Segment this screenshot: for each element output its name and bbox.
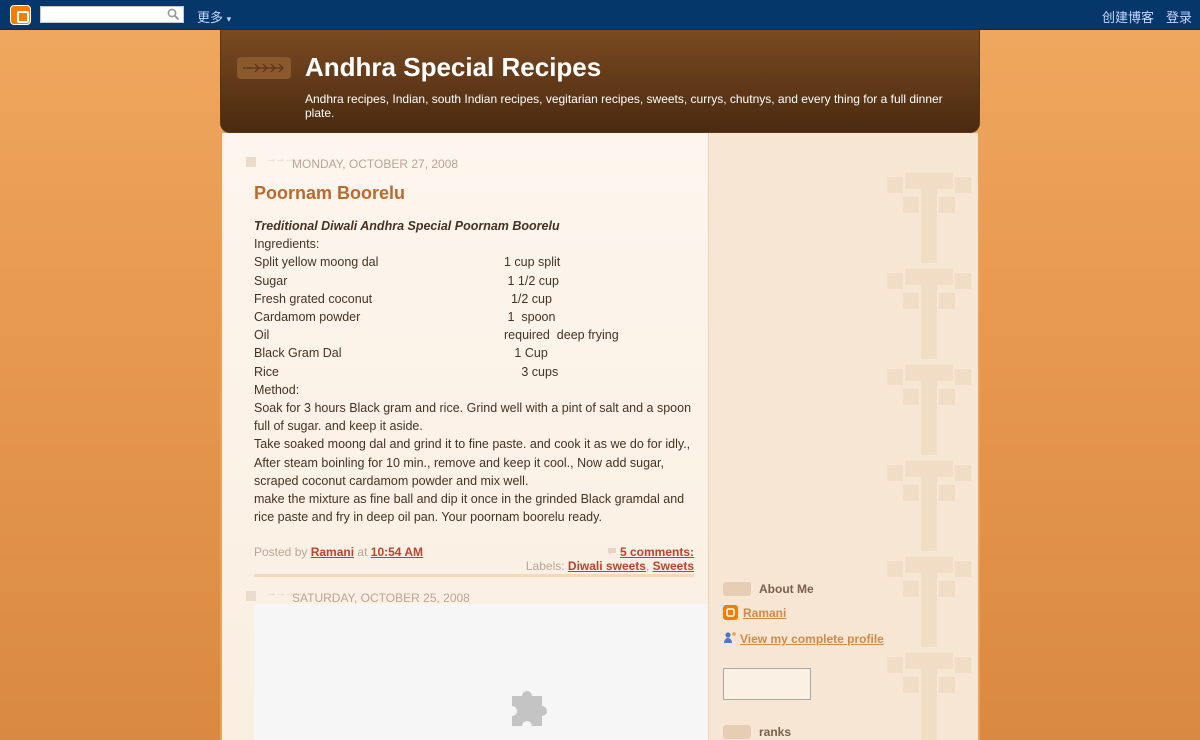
ingredient-qty: 1 cup split [504,255,561,270]
post-body: Treditional Diwali Andhra Special Poorna… [254,217,694,526]
method-step: Take soaked moong dal and grind it to fi… [254,437,691,488]
ingredients-list: Split yellow moong dal 1 cup split Sugar 1… [254,253,694,380]
plugin-placeholder [254,604,708,740]
pattern-decoration-icon [887,269,971,359]
view-profile-link[interactable]: View my complete profile [740,632,884,646]
label-link[interactable]: Sweets [653,559,694,573]
ingredient-name: Sugar [254,273,288,288]
search-icon[interactable] [167,8,180,21]
blog-description: Andhra recipes, Indian, south Indian rec… [305,92,943,120]
profile-person-icon [724,632,736,643]
post-date: Monday, October 27, 2008 [292,157,459,171]
ingredient-qty: 1 Cup [504,346,548,361]
pattern-decoration-icon [887,173,971,263]
blogger-profile-icon [723,605,738,620]
ingredient-name: Rice [254,364,280,379]
comment-icon [607,548,616,555]
blogger-logo-icon[interactable] [10,5,31,25]
method-label: Method: [254,382,300,397]
ingredient-row: Black Gram Dal 1 Cup [254,344,694,362]
at-label: at [357,545,368,559]
pattern-decoration-icon [887,461,971,551]
sidebar: About Me Ramani View my complete profile… [708,133,978,740]
more-label: 更多 [197,10,224,25]
puzzle-plugin-icon [512,691,547,726]
arrow-decoration-icon [237,57,291,79]
post-title[interactable]: Poornam Boorelu [254,183,405,204]
ingredient-row: Fresh grated coconut 1/2 cup [254,290,694,308]
top-navbar: 更多 ▾ 创建博客 登录 [0,0,1200,30]
ingredient-row: Sugar 1 1/2 cup [254,272,694,290]
method-step: Soak for 3 hours Black gram and rice. Gr… [254,401,692,434]
label-link[interactable]: Diwali sweets [568,559,646,573]
more-menu[interactable]: 更多 ▾ [197,7,231,26]
blog-header: Andhra Special Recipes Andhra recipes, I… [220,30,980,133]
ingredient-qty: 1/2 cup [504,291,552,306]
post-time-link[interactable]: 10:54 AM [371,545,423,559]
ingredient-row: Cardamom powder 1 spoon [254,308,694,326]
login-link[interactable]: 登录 [1166,7,1192,26]
ingredient-name: Oil [254,328,270,343]
profile-name-link[interactable]: Ramani [743,606,786,620]
broken-image [723,668,811,700]
ingredient-row: Rice 3 cups [254,363,694,381]
content-wrapper: →→→→ Monday, October 27, 2008 Poornam Bo… [220,133,980,740]
ingredient-qty: 1 1/2 cup [504,273,559,288]
post-divider [254,574,694,577]
post-footer: Posted by Ramani at 10:54 AM 5 comments:… [254,545,694,573]
chevron-down-icon: ▾ [226,14,232,24]
posted-by-label: Posted by [254,545,308,559]
date-bullet-icon [246,157,256,167]
pattern-decoration-icon [887,557,971,647]
main-column: →→→→ Monday, October 27, 2008 Poornam Bo… [224,133,708,740]
arrow-decoration-icon [723,725,751,739]
ingredient-qty: 3 cups [504,364,559,379]
labels-label: Labels: [525,559,565,573]
ingredient-qty: 1 spoon [504,310,556,325]
arrow-decoration-icon [723,582,751,596]
pattern-decoration-icon [887,365,971,455]
ingredient-name: Cardamom powder [254,310,361,325]
method-step: make the mixture as fine ball and dip it… [254,492,685,525]
post-date: Saturday, October 25, 2008 [292,591,470,605]
comments-link[interactable]: 5 comments: [620,545,694,559]
ingredient-name: Black Gram Dal [254,346,342,361]
ingredient-row: Split yellow moong dal 1 cup split [254,253,694,271]
create-blog-link[interactable]: 创建博客 [1102,7,1154,26]
blog-title[interactable]: Andhra Special Recipes [305,52,601,83]
about-me-title: About Me [759,582,814,596]
author-link[interactable]: Ramani [311,545,354,559]
search-input[interactable] [40,6,184,23]
ingredient-name: Split yellow moong dal [254,255,379,270]
pattern-decoration-icon [887,653,971,740]
ingredient-qty: required deep frying [504,328,619,343]
ingredient-name: Fresh grated coconut [254,291,373,306]
ingredients-label: Ingredients: [254,237,320,252]
post-lead: Treditional Diwali Andhra Special Poorna… [254,219,560,233]
date-bullet-icon [246,591,256,601]
ingredient-row: Oil required deep frying [254,326,694,344]
ranks-title: ranks [759,725,792,739]
